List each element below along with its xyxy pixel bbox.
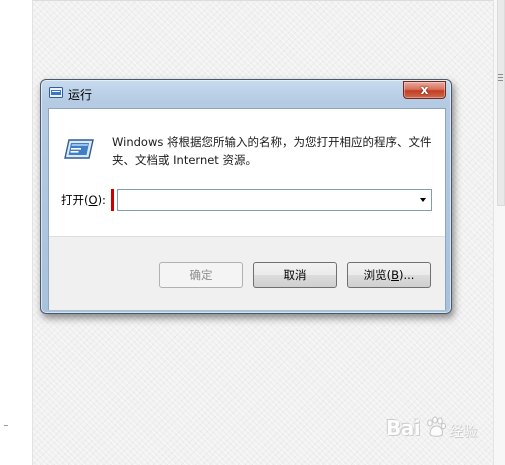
open-label-prefix: 打开( (61, 193, 89, 207)
dropdown-arrow-icon[interactable] (420, 198, 426, 202)
dialog-title: 运行 (68, 88, 93, 102)
ok-button[interactable]: 确定 (159, 262, 243, 288)
highlight-marker (111, 189, 114, 211)
run-program-icon (64, 139, 94, 159)
dialog-body: Windows 将根据您所输入的名称，为您打开相应的程序、文件夹、文档或 Int… (48, 108, 446, 310)
scrollbar-grip-icon (498, 74, 503, 81)
browse-label-prefix: 浏览( (363, 268, 392, 282)
open-input-combobox[interactable] (117, 189, 432, 211)
run-dialog-icon (49, 87, 63, 98)
watermark-brand: Bai (386, 416, 421, 440)
open-label: 打开(O): (61, 192, 106, 208)
browse-label-suffix: )... (398, 268, 415, 282)
left-divider (32, 0, 33, 465)
watermark-suffix: 经验 (449, 424, 477, 440)
watermark: Bai 经验 (386, 413, 486, 445)
baidu-paw-icon (427, 416, 446, 437)
run-dialog: 运行 x Windows 将根据您所输入的名称，为您打开相应的程序、文件夹、文档… (40, 79, 452, 314)
close-icon: x (420, 83, 429, 97)
edge-mark (4, 425, 8, 426)
dialog-description: Windows 将根据您所输入的名称，为您打开相应的程序、文件夹、文档或 Int… (112, 135, 432, 167)
right-scrollbar[interactable] (493, 0, 505, 465)
scrollbar-thumb[interactable] (497, 0, 505, 206)
browse-label-mnemonic: B (391, 268, 399, 282)
browse-button[interactable]: 浏览(B)... (347, 262, 431, 288)
dialog-titlebar[interactable]: 运行 x (41, 80, 451, 107)
open-label-mnemonic: O (88, 193, 98, 207)
open-label-suffix: ): (97, 193, 106, 207)
close-button[interactable]: x (403, 81, 446, 99)
top-border (33, 0, 493, 1)
cancel-button[interactable]: 取消 (253, 262, 337, 288)
